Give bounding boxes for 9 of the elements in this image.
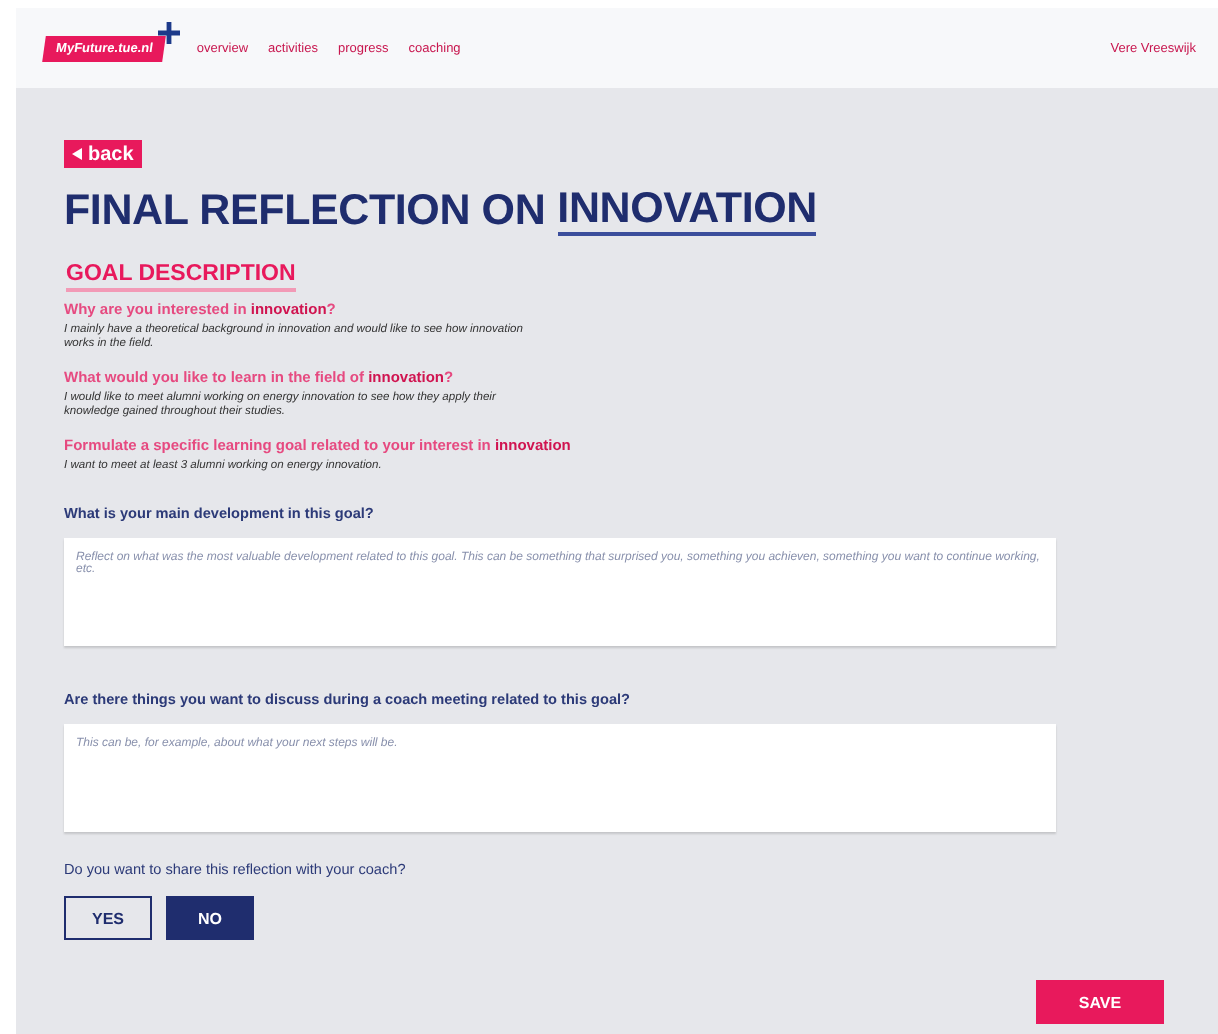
section-heading: GOAL DESCRIPTION <box>66 264 296 291</box>
option-button[interactable]: YES <box>64 896 152 941</box>
plus-icon <box>158 21 181 43</box>
page-title: FINAL REFLECTION ON <box>64 186 546 236</box>
triangle-icon <box>72 148 82 160</box>
back-button[interactable]: back <box>64 140 142 168</box>
option-button[interactable]: NO <box>166 896 254 941</box>
page-title-topic: INNOVATION <box>557 186 817 236</box>
save-button[interactable]: SAVE <box>1036 980 1164 1025</box>
